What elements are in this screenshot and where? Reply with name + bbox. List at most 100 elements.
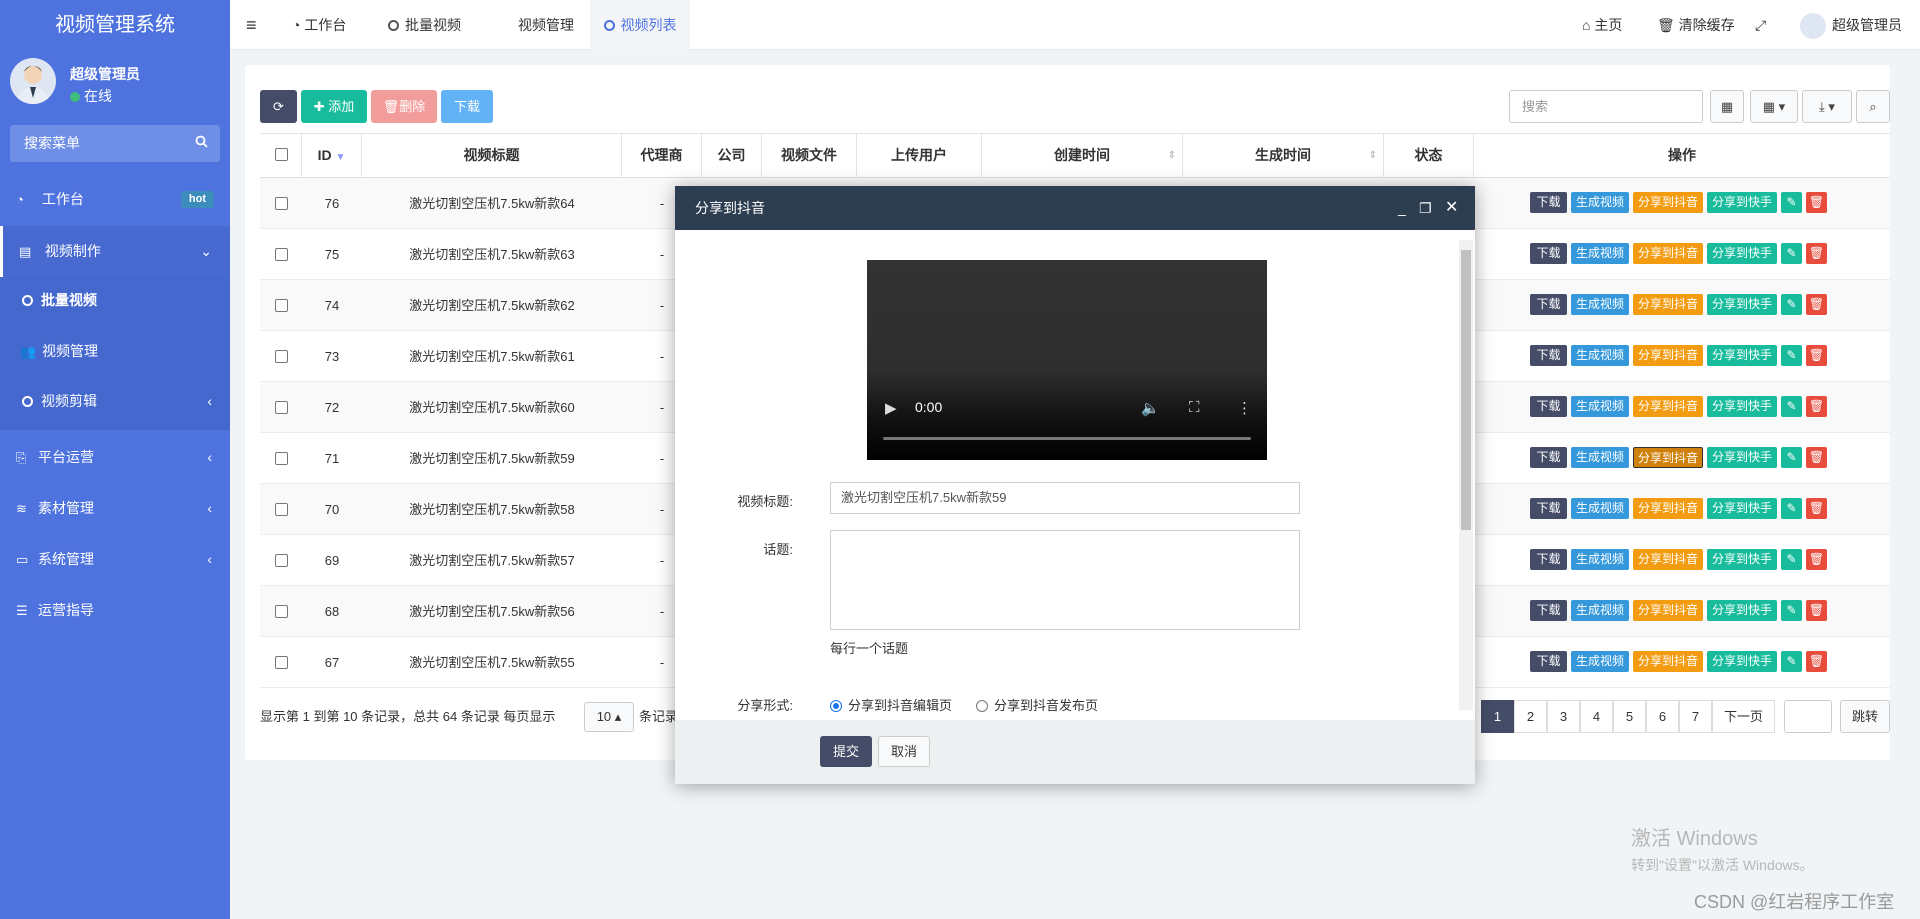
row-checkbox[interactable] (275, 605, 288, 618)
trash-icon[interactable]: 🗑 (1806, 600, 1827, 621)
row-generate-button[interactable]: 生成视频 (1571, 192, 1629, 213)
sidebar-item-platform[interactable]: ⎘ 平台运营 ‹ (0, 432, 230, 483)
trash-icon[interactable]: 🗑 (1806, 396, 1827, 417)
tab-batch-video[interactable]: 批量视频 (388, 0, 461, 50)
page-3[interactable]: 3 (1547, 700, 1580, 733)
row-share-kuaishou-button[interactable]: 分享到快手 (1707, 294, 1777, 315)
next-page-button[interactable]: 下一页 (1712, 700, 1775, 733)
clear-cache-link[interactable]: 🗑 清除缓存 (1657, 0, 1735, 50)
row-download-button[interactable]: 下载 (1530, 498, 1567, 519)
jump-page-input[interactable] (1784, 700, 1832, 733)
volume-icon[interactable]: 🔈 (1141, 399, 1160, 417)
col-created-at[interactable]: 创建时间 ⇕ (982, 133, 1183, 178)
modal-scrollbar-thumb[interactable] (1461, 250, 1471, 530)
pencil-icon[interactable]: ✎ (1781, 192, 1802, 213)
menu-search-input[interactable]: 搜索菜单 (10, 125, 220, 162)
row-checkbox[interactable] (275, 248, 288, 261)
export-dropdown-icon[interactable]: ⤓ ▾ (1802, 90, 1852, 123)
row-download-button[interactable]: 下载 (1530, 243, 1567, 264)
trash-icon[interactable]: 🗑 (1806, 243, 1827, 264)
pencil-icon[interactable]: ✎ (1781, 396, 1802, 417)
row-share-douyin-button[interactable]: 分享到抖音 (1633, 651, 1703, 672)
pencil-icon[interactable]: ✎ (1781, 600, 1802, 621)
pencil-icon[interactable]: ✎ (1781, 651, 1802, 672)
row-generate-button[interactable]: 生成视频 (1571, 651, 1629, 672)
row-checkbox[interactable] (275, 299, 288, 312)
row-checkbox[interactable] (275, 554, 288, 567)
row-checkbox[interactable] (275, 452, 288, 465)
more-options-icon[interactable]: ⋮ (1237, 399, 1252, 417)
video-player[interactable]: ▶ 0:00 🔈 ⛶ ⋮ (867, 260, 1267, 460)
pencil-icon[interactable]: ✎ (1781, 345, 1802, 366)
row-generate-button[interactable]: 生成视频 (1571, 345, 1629, 366)
col-id[interactable]: ID ▼ (302, 133, 362, 178)
page-2[interactable]: 2 (1514, 700, 1547, 733)
row-download-button[interactable]: 下载 (1530, 345, 1567, 366)
row-checkbox[interactable] (275, 197, 288, 210)
trash-icon[interactable]: 🗑 (1806, 498, 1827, 519)
row-checkbox[interactable] (275, 656, 288, 669)
row-download-button[interactable]: 下载 (1530, 651, 1567, 672)
row-download-button[interactable]: 下载 (1530, 600, 1567, 621)
trash-icon[interactable]: 🗑 (1806, 294, 1827, 315)
row-share-kuaishou-button[interactable]: 分享到快手 (1707, 498, 1777, 519)
trash-icon[interactable]: 🗑 (1806, 447, 1827, 468)
trash-icon[interactable]: 🗑 (1806, 549, 1827, 570)
pencil-icon[interactable]: ✎ (1781, 549, 1802, 570)
row-checkbox[interactable] (275, 503, 288, 516)
row-share-douyin-button[interactable]: 分享到抖音 (1633, 549, 1703, 570)
row-share-douyin-button[interactable]: 分享到抖音 (1633, 600, 1703, 621)
topic-textarea[interactable] (830, 530, 1300, 630)
row-download-button[interactable]: 下载 (1530, 549, 1567, 570)
row-share-kuaishou-button[interactable]: 分享到快手 (1707, 651, 1777, 672)
row-generate-button[interactable]: 生成视频 (1571, 600, 1629, 621)
tab-dashboard[interactable]: ◔ 工作台 (292, 0, 346, 50)
row-share-douyin-button[interactable]: 分享到抖音 (1633, 192, 1703, 213)
row-share-douyin-button[interactable]: 分享到抖音 (1633, 396, 1703, 417)
admin-menu[interactable]: 超级管理员 (1800, 0, 1902, 50)
row-generate-button[interactable]: 生成视频 (1571, 447, 1629, 468)
row-download-button[interactable]: 下载 (1530, 396, 1567, 417)
fullscreen-icon[interactable]: ⤢ (1755, 0, 1766, 50)
row-generate-button[interactable]: 生成视频 (1571, 498, 1629, 519)
pencil-icon[interactable]: ✎ (1781, 243, 1802, 264)
row-download-button[interactable]: 下载 (1530, 192, 1567, 213)
row-share-kuaishou-button[interactable]: 分享到快手 (1707, 243, 1777, 264)
page-5[interactable]: 5 (1613, 700, 1646, 733)
submit-button[interactable]: 提交 (820, 736, 872, 767)
row-share-douyin-button[interactable]: 分享到抖音 (1633, 498, 1703, 519)
pencil-icon[interactable]: ✎ (1781, 294, 1802, 315)
select-all-checkbox[interactable] (275, 148, 288, 161)
advanced-search-icon[interactable]: ⌕ (1856, 90, 1890, 123)
row-download-button[interactable]: 下载 (1530, 447, 1567, 468)
fullscreen-icon[interactable]: ⛶ (1189, 399, 1200, 416)
row-share-kuaishou-button[interactable]: 分享到快手 (1707, 345, 1777, 366)
close-icon[interactable]: ✕ (1445, 186, 1458, 230)
tab-video-manage[interactable]: 视频管理 (518, 0, 574, 50)
columns-dropdown-icon[interactable]: ▦ ▾ (1750, 90, 1798, 123)
row-share-kuaishou-button[interactable]: 分享到快手 (1707, 396, 1777, 417)
app-logo[interactable]: 视频管理系统 (0, 0, 230, 50)
row-generate-button[interactable]: 生成视频 (1571, 243, 1629, 264)
trash-icon[interactable]: 🗑 (1806, 192, 1827, 213)
sidebar-item-batch-video[interactable]: 批量视频 (0, 275, 230, 326)
pencil-icon[interactable]: ✎ (1781, 447, 1802, 468)
play-icon[interactable]: ▶ (885, 399, 897, 417)
sidebar-item-video-edit[interactable]: 视频剪辑 ‹ (0, 376, 230, 427)
minimize-icon[interactable]: _ (1398, 186, 1406, 230)
page-6[interactable]: 6 (1646, 700, 1679, 733)
share-option-publish[interactable]: 分享到抖音发布页 (976, 695, 1098, 714)
page-4[interactable]: 4 (1580, 700, 1613, 733)
cancel-button[interactable]: 取消 (878, 736, 930, 767)
share-option-edit[interactable]: 分享到抖音编辑页 (830, 695, 952, 714)
video-title-input[interactable]: 激光切割空压机7.5kw新款59 (830, 482, 1300, 514)
delete-button[interactable]: 🗑删除 (371, 90, 437, 123)
row-generate-button[interactable]: 生成视频 (1571, 549, 1629, 570)
sidebar-item-video-make[interactable]: ▤ 视频制作 ⌄ (0, 226, 230, 277)
row-download-button[interactable]: 下载 (1530, 294, 1567, 315)
row-share-kuaishou-button[interactable]: 分享到快手 (1707, 549, 1777, 570)
sidebar-item-video-manage[interactable]: 👥 视频管理 (0, 326, 230, 377)
search-icon[interactable] (195, 125, 208, 162)
pencil-icon[interactable]: ✎ (1781, 498, 1802, 519)
page-7[interactable]: 7 (1679, 700, 1712, 733)
